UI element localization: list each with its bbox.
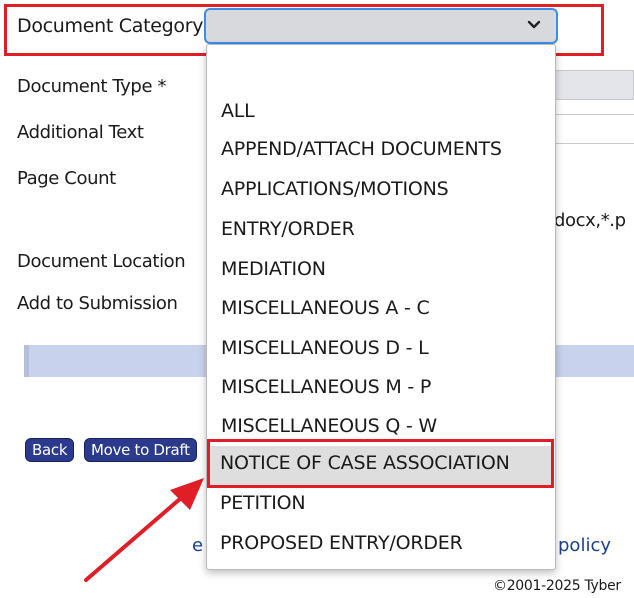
dropdown-option[interactable]: ENTRY/ORDER (221, 218, 355, 240)
annotation-box-notice-option (207, 439, 554, 488)
section-band-edge (24, 345, 29, 377)
back-button[interactable]: Back (25, 438, 75, 462)
document-type-label: Document Type * (17, 76, 167, 97)
dropdown-option[interactable]: MISCELLANEOUS Q - W (221, 415, 437, 437)
document-type-select[interactable] (554, 70, 634, 100)
dropdown-option-all[interactable]: ALL (221, 100, 255, 122)
copyright-text: ©2001-2025 Tyber (493, 578, 621, 594)
dropdown-option[interactable]: MEDIATION (221, 258, 326, 280)
dropdown-option[interactable]: APPLICATIONS/MOTIONS (221, 178, 449, 200)
annotation-arrow-icon (84, 478, 204, 582)
dropdown-option-petition[interactable]: PETITION (220, 492, 306, 514)
move-to-draft-button[interactable]: Move to Draft (84, 438, 197, 462)
additional-text-input[interactable] (554, 114, 634, 144)
dropdown-option[interactable]: MISCELLANEOUS M - P (221, 376, 431, 398)
dropdown-option[interactable]: MISCELLANEOUS A - C (221, 297, 430, 319)
dropdown-option[interactable]: MISCELLANEOUS D - L (221, 337, 429, 359)
page-count-label: Page Count (17, 168, 116, 189)
footer-policy-link[interactable]: policy (558, 535, 611, 556)
add-to-submission-label: Add to Submission (17, 293, 178, 314)
dropdown-option[interactable]: APPEND/ATTACH DOCUMENTS (221, 138, 502, 160)
additional-text-label: Additional Text (17, 122, 144, 143)
accepted-file-types-text: docx,*.p (554, 210, 626, 231)
document-location-label: Document Location (17, 251, 186, 272)
dropdown-option-proposed-entry-order[interactable]: PROPOSED ENTRY/ORDER (220, 532, 463, 554)
